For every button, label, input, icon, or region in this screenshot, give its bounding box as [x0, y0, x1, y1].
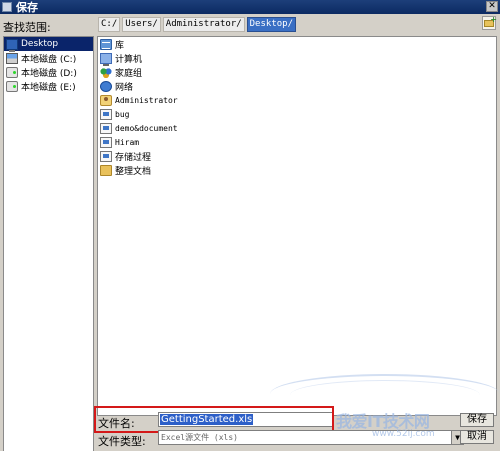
item-label: demo&document: [115, 123, 178, 133]
places-sidebar: Desktop 本地磁盘 (C:) 本地磁盘 (D:) 本地磁盘 (E:): [3, 36, 94, 451]
list-item[interactable]: Administrator: [98, 93, 496, 107]
app-icon: [2, 2, 12, 12]
library-icon: [100, 38, 112, 50]
highlight-box: [94, 406, 334, 433]
filetype-select[interactable]: Excel源文件 (xls) ▼: [158, 430, 464, 445]
sidebar-item-desktop[interactable]: Desktop: [4, 37, 93, 52]
item-label: 存储过程: [115, 152, 152, 163]
item-label: bug: [115, 109, 130, 119]
item-label: 网络: [115, 82, 134, 93]
item-label: 整理文档: [115, 166, 152, 177]
drive-c-icon: [6, 52, 18, 64]
sidebar-item-drive-d[interactable]: 本地磁盘 (D:): [4, 65, 93, 79]
bottom-panel: 文件名: GettingStarted.xls 文件类型: Excel源文件 (…: [94, 406, 500, 450]
path-segment-administrator[interactable]: Administrator/: [162, 17, 245, 32]
item-label: Administrator: [115, 95, 178, 105]
save-button[interactable]: 保存: [460, 413, 494, 427]
new-folder-icon: [484, 15, 497, 27]
item-label: Hiram: [115, 137, 140, 147]
sidebar-item-label: 本地磁盘 (E:): [21, 82, 76, 93]
filetype-value: Excel源文件 (xls): [161, 433, 238, 442]
list-item[interactable]: Hiram: [98, 135, 496, 149]
path-segment-users[interactable]: Users/: [122, 17, 161, 32]
path-bar: C:/ Users/ Administrator/ Desktop/: [98, 17, 296, 32]
homegroup-icon: [100, 66, 112, 78]
save-dialog: 查找范围: C:/ Users/ Administrator/ Desktop/…: [0, 14, 500, 451]
list-item[interactable]: bug: [98, 107, 496, 121]
filetype-label: 文件类型:: [98, 435, 146, 448]
folder-icon: [100, 164, 112, 176]
list-item[interactable]: 网络: [98, 79, 496, 93]
file-list[interactable]: 库 计算机 家庭组 网络 Administrator bug demo&docu…: [97, 36, 497, 416]
document-icon: [100, 122, 112, 134]
item-label: 家庭组: [115, 68, 143, 79]
sidebar-item-label: Desktop: [21, 39, 59, 49]
drive-icon: [6, 80, 18, 92]
computer-icon: [100, 52, 112, 66]
list-item[interactable]: 存储过程: [98, 149, 496, 163]
title-bar: 保存 ✕: [0, 0, 500, 14]
document-icon: [100, 108, 112, 120]
cancel-button[interactable]: 取消: [460, 430, 494, 444]
item-label: 库: [115, 40, 125, 51]
list-item[interactable]: 计算机: [98, 51, 496, 66]
new-folder-button[interactable]: [482, 15, 497, 30]
close-button[interactable]: ✕: [486, 1, 498, 12]
network-icon: [100, 80, 112, 92]
sidebar-item-drive-c[interactable]: 本地磁盘 (C:): [4, 51, 93, 65]
window-title: 保存: [16, 1, 38, 14]
document-icon: [100, 150, 112, 162]
path-segment-c[interactable]: C:/: [98, 17, 121, 32]
path-segment-desktop[interactable]: Desktop/: [246, 17, 296, 32]
sidebar-item-label: 本地磁盘 (D:): [21, 68, 77, 79]
drive-icon: [6, 66, 18, 78]
list-item[interactable]: 整理文档: [98, 163, 496, 177]
list-item[interactable]: demo&document: [98, 121, 496, 135]
sidebar-item-label: 本地磁盘 (C:): [21, 54, 77, 65]
desktop-icon: [6, 38, 18, 52]
list-item[interactable]: 家庭组: [98, 65, 496, 79]
list-item[interactable]: 库: [98, 37, 496, 51]
document-icon: [100, 136, 112, 148]
look-in-label: 查找范围:: [3, 21, 51, 34]
item-label: 计算机: [115, 54, 143, 65]
sidebar-item-drive-e[interactable]: 本地磁盘 (E:): [4, 79, 93, 93]
user-folder-icon: [100, 94, 112, 106]
